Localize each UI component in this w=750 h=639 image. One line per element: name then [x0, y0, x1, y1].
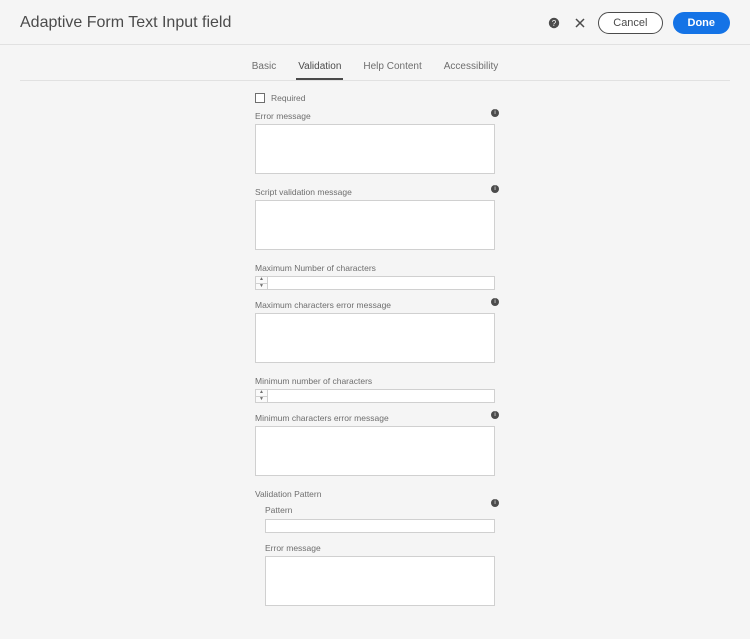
pattern-row: Pattern [265, 505, 495, 533]
script-validation-label: Script validation message [255, 187, 495, 197]
error-message-row: Error message i [255, 111, 495, 177]
error-message-input[interactable] [255, 124, 495, 174]
stepper-down-icon[interactable]: ▼ [256, 284, 267, 290]
info-icon[interactable]: i [491, 109, 499, 117]
required-checkbox[interactable] [255, 93, 265, 103]
max-chars-input[interactable] [267, 276, 495, 290]
min-chars-input[interactable] [267, 389, 495, 403]
pattern-error-label: Error message [265, 543, 495, 553]
min-chars-label: Minimum number of characters [255, 376, 495, 386]
max-chars-error-row: Maximum characters error message i [255, 300, 495, 366]
pattern-subsection: Pattern Error message [255, 505, 495, 609]
pattern-label: Pattern [265, 505, 495, 515]
script-validation-row: Script validation message i [255, 187, 495, 253]
stepper-down-icon[interactable]: ▼ [256, 397, 267, 403]
min-chars-error-row: Minimum characters error message i [255, 413, 495, 479]
dialog-header: Adaptive Form Text Input field ? Cancel … [0, 0, 750, 45]
svg-text:?: ? [552, 19, 557, 28]
tab-validation[interactable]: Validation [296, 55, 343, 80]
pattern-input[interactable] [265, 519, 495, 533]
min-chars-error-input[interactable] [255, 426, 495, 476]
pattern-error-row: Error message [265, 543, 495, 609]
validation-panel: Required Error message i Script validati… [255, 81, 495, 639]
pattern-error-input[interactable] [265, 556, 495, 606]
max-chars-stepper: ▲ ▼ [255, 276, 267, 290]
validation-pattern-section: Validation Pattern i [255, 489, 495, 499]
min-chars-error-label: Minimum characters error message [255, 413, 495, 423]
max-chars-error-label: Maximum characters error message [255, 300, 495, 310]
required-row: Required [255, 93, 495, 103]
cancel-button[interactable]: Cancel [598, 12, 662, 34]
max-chars-error-input[interactable] [255, 313, 495, 363]
min-chars-row: Minimum number of characters ▲ ▼ [255, 376, 495, 403]
info-icon[interactable]: i [491, 298, 499, 306]
close-icon[interactable] [572, 15, 588, 31]
done-button[interactable]: Done [673, 12, 731, 34]
info-icon[interactable]: i [491, 185, 499, 193]
dialog-title: Adaptive Form Text Input field [20, 14, 231, 32]
max-chars-row: Maximum Number of characters ▲ ▼ [255, 263, 495, 290]
tab-help-content[interactable]: Help Content [361, 55, 423, 80]
min-chars-stepper: ▲ ▼ [255, 389, 267, 403]
info-icon[interactable]: i [491, 411, 499, 419]
help-icon[interactable]: ? [546, 15, 562, 31]
tab-accessibility[interactable]: Accessibility [442, 55, 500, 80]
max-chars-label: Maximum Number of characters [255, 263, 495, 273]
tab-bar: Basic Validation Help Content Accessibil… [20, 45, 730, 81]
validation-pattern-label: Validation Pattern [255, 489, 321, 499]
tab-basic[interactable]: Basic [250, 55, 278, 80]
required-label: Required [271, 93, 306, 103]
error-message-label: Error message [255, 111, 495, 121]
script-validation-input[interactable] [255, 200, 495, 250]
header-actions: ? Cancel Done [546, 12, 730, 34]
